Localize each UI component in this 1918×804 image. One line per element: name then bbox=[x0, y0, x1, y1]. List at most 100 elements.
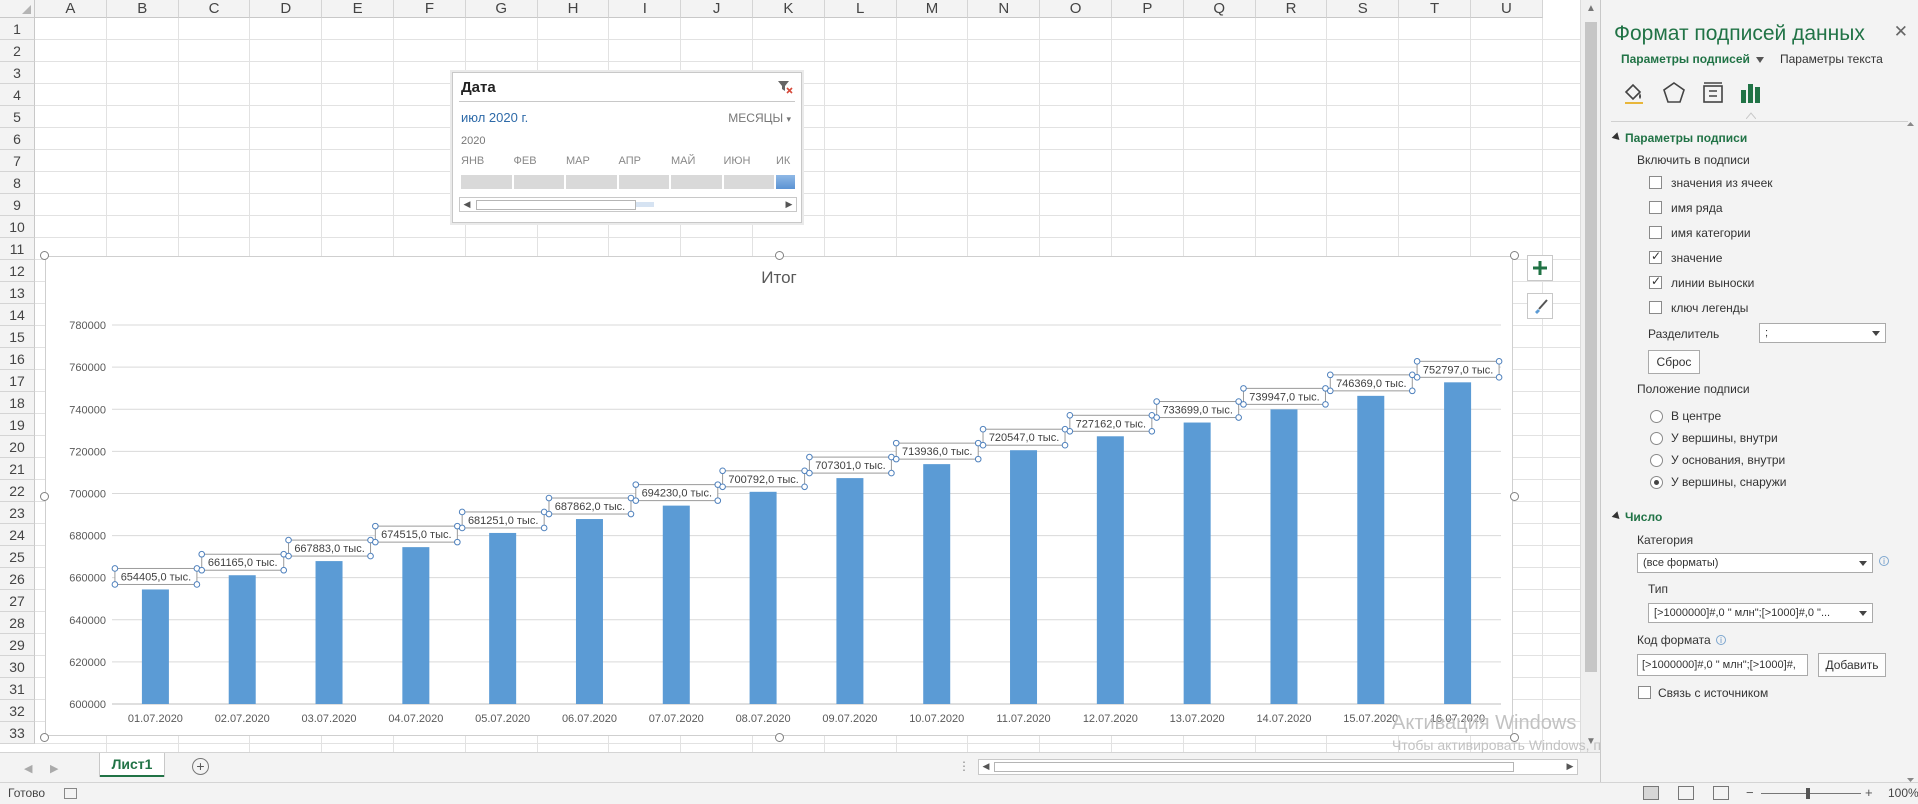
data-label-handle[interactable] bbox=[979, 425, 987, 433]
row-header-4[interactable]: 4 bbox=[0, 84, 35, 106]
row-header-28[interactable]: 28 bbox=[0, 612, 35, 634]
zoom-slider-thumb[interactable] bbox=[1806, 788, 1810, 799]
row-header-13[interactable]: 13 bbox=[0, 282, 35, 304]
data-label-handle[interactable] bbox=[1066, 411, 1074, 419]
column-header-c[interactable]: C bbox=[178, 0, 251, 18]
chart-plot-area[interactable]: Итог 600000 620000 640000 660000 680000 700000… bbox=[46, 257, 1512, 735]
info-icon[interactable]: i bbox=[1879, 556, 1889, 566]
chart-resize-handle[interactable] bbox=[40, 251, 49, 260]
column-header-t[interactable]: T bbox=[1399, 0, 1471, 18]
slicer-month-tile[interactable] bbox=[513, 175, 564, 189]
include-checkbox[interactable] bbox=[1649, 249, 1662, 264]
bar[interactable] bbox=[1010, 450, 1038, 704]
data-label[interactable]: 713936,0 тыс. bbox=[902, 446, 972, 458]
data-label-handle[interactable] bbox=[111, 581, 119, 588]
data-label-handle[interactable] bbox=[540, 524, 548, 532]
row-header-6[interactable]: 6 bbox=[0, 128, 35, 150]
label-options-bar-icon[interactable] bbox=[1738, 80, 1764, 106]
section-number[interactable]: Число bbox=[1625, 510, 1662, 524]
chart-title[interactable]: Итог bbox=[761, 268, 796, 287]
bar[interactable] bbox=[1096, 436, 1124, 704]
prev-sheet-arrow-icon[interactable]: ◀ bbox=[24, 762, 32, 775]
include-checkbox[interactable] bbox=[1649, 226, 1662, 239]
data-label-handle[interactable] bbox=[111, 565, 119, 572]
data-label-handle[interactable] bbox=[1061, 441, 1069, 449]
row-header-17[interactable]: 17 bbox=[0, 370, 35, 392]
row-header-21[interactable]: 21 bbox=[0, 458, 35, 480]
chart-resize-handle[interactable] bbox=[40, 492, 49, 501]
row-header-27[interactable]: 27 bbox=[0, 590, 35, 612]
label-position-radio[interactable] bbox=[1650, 454, 1663, 467]
data-label-handle[interactable] bbox=[1153, 414, 1160, 421]
data-label-handle[interactable] bbox=[801, 483, 808, 491]
data-label-handle[interactable] bbox=[545, 510, 553, 518]
bar[interactable] bbox=[315, 561, 343, 704]
row-header-12[interactable]: 12 bbox=[0, 260, 35, 282]
chart-resize-handle[interactable] bbox=[775, 733, 784, 742]
include-checkbox[interactable] bbox=[1649, 176, 1662, 189]
data-label-handle[interactable] bbox=[719, 483, 726, 491]
data-label-handle[interactable] bbox=[1240, 385, 1247, 392]
row-header-23[interactable]: 23 bbox=[0, 502, 35, 524]
column-header-j[interactable]: J bbox=[681, 0, 753, 18]
row-header-29[interactable]: 29 bbox=[0, 634, 35, 656]
data-label[interactable]: 739947,0 тыс. bbox=[1249, 391, 1319, 403]
data-label[interactable]: 654405,0 тыс. bbox=[121, 571, 191, 583]
data-label[interactable]: 681251,0 тыс. bbox=[468, 515, 538, 527]
slicer-month-tile[interactable] bbox=[723, 175, 774, 189]
info-icon[interactable]: i bbox=[1716, 635, 1726, 645]
row-header-2[interactable]: 2 bbox=[0, 40, 35, 62]
slicer-month-tile[interactable] bbox=[618, 175, 669, 189]
horizontal-scroll-thumb[interactable] bbox=[994, 762, 1514, 772]
bar[interactable] bbox=[1444, 382, 1472, 704]
include-checkbox[interactable] bbox=[1649, 274, 1662, 289]
row-header-7[interactable]: 7 bbox=[0, 150, 35, 172]
data-label-handle[interactable] bbox=[280, 566, 288, 574]
data-label[interactable]: 674515,0 тыс. bbox=[381, 529, 451, 541]
data-label-handle[interactable] bbox=[458, 524, 466, 532]
data-label[interactable]: 687862,0 тыс. bbox=[555, 501, 625, 513]
bar[interactable] bbox=[1270, 409, 1298, 704]
data-label[interactable]: 700792,0 тыс. bbox=[728, 474, 798, 486]
label-position-radio[interactable] bbox=[1650, 410, 1663, 423]
row-header-30[interactable]: 30 bbox=[0, 656, 35, 678]
bar[interactable] bbox=[749, 491, 777, 704]
zoom-slider-track[interactable] bbox=[1761, 793, 1861, 794]
column-header-n[interactable]: N bbox=[968, 0, 1041, 18]
tab-label-options[interactable]: Параметры подписей bbox=[1621, 52, 1764, 66]
data-label-handle[interactable] bbox=[1153, 398, 1160, 405]
data-label-handle[interactable] bbox=[367, 552, 374, 560]
data-label[interactable]: 746369,0 тыс. bbox=[1336, 378, 1406, 390]
slicer-scrollbar[interactable]: ◀ ▶ bbox=[459, 197, 797, 212]
slicer-month-tile[interactable] bbox=[461, 175, 512, 189]
slicer-month-tile[interactable] bbox=[776, 175, 795, 189]
column-header-e[interactable]: E bbox=[322, 0, 394, 18]
fill-line-icon[interactable] bbox=[1621, 80, 1647, 106]
chart-resize-handle[interactable] bbox=[1510, 733, 1519, 742]
data-label-handle[interactable] bbox=[372, 538, 379, 546]
column-header-b[interactable]: B bbox=[106, 0, 179, 18]
label-position-radio[interactable] bbox=[1650, 432, 1663, 445]
date-timeline-slicer[interactable]: Дата июл 2020 г. МЕСЯЦЫ ▾ 2020 ЯНВ ФЕВ МАР… bbox=[452, 72, 802, 223]
worksheet-grid[interactable]: ABCDEFGHIJKLMNOPQRSTU 1 2 3 4 5 6 7 8 9 10 11 12 13 1… bbox=[0, 0, 1600, 752]
scroll-up-arrow-icon[interactable]: ▲ bbox=[1585, 3, 1597, 15]
next-sheet-arrow-icon[interactable]: ▶ bbox=[50, 762, 58, 775]
row-header-18[interactable]: 18 bbox=[0, 392, 35, 414]
data-label-handle[interactable] bbox=[1413, 358, 1421, 365]
column-header-u[interactable]: U bbox=[1471, 0, 1543, 18]
include-checkbox[interactable] bbox=[1649, 201, 1662, 214]
column-header-k[interactable]: K bbox=[753, 0, 825, 18]
data-label-handle[interactable] bbox=[806, 453, 813, 461]
data-label-handle[interactable] bbox=[372, 522, 379, 530]
type-select[interactable]: [>1000000]#,0 " млн";[>1000]#,0 "... bbox=[1648, 603, 1873, 623]
row-header-19[interactable]: 19 bbox=[0, 414, 35, 436]
row-header-31[interactable]: 31 bbox=[0, 678, 35, 700]
data-label-handle[interactable] bbox=[1148, 427, 1156, 435]
slicer-month-tile[interactable] bbox=[671, 175, 722, 189]
zoom-in-button[interactable]: + bbox=[1865, 785, 1873, 800]
vertical-scroll-thumb[interactable] bbox=[1585, 22, 1597, 672]
column-chart[interactable]: Итог 600000 620000 640000 660000 680000 700000… bbox=[45, 256, 1513, 736]
row-header-9[interactable]: 9 bbox=[0, 194, 35, 216]
slicer-month-tile[interactable] bbox=[566, 175, 617, 189]
add-format-button[interactable]: Добавить bbox=[1818, 653, 1886, 677]
